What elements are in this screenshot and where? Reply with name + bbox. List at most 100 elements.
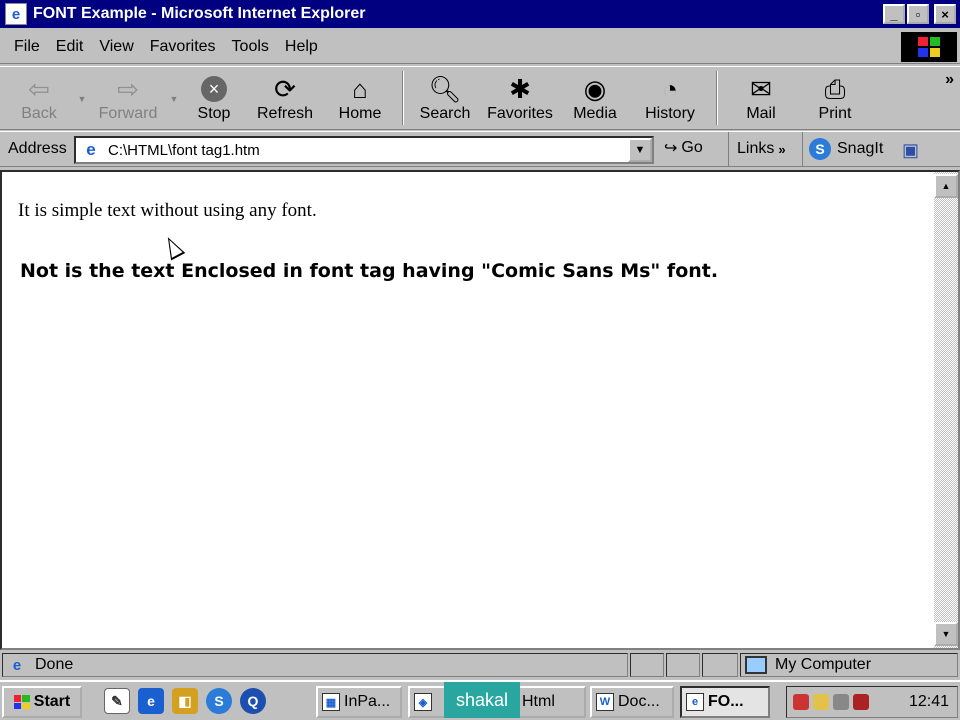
toolbar-more-chevron-icon[interactable]: » <box>945 71 954 89</box>
refresh-icon: ⟳ <box>274 74 296 104</box>
favorites-folder-icon: ✱ <box>509 74 531 104</box>
comic-sans-text-line: Not is the text Enclosed in font tag hav… <box>20 260 719 282</box>
ie-page-icon: e <box>12 656 22 674</box>
stop-button[interactable]: × Stop <box>182 67 246 129</box>
home-icon: ⌂ <box>352 74 368 104</box>
links-label: Links <box>737 140 775 157</box>
media-button[interactable]: ◉ Media <box>560 67 630 129</box>
internet-explorer-icon[interactable]: e <box>138 688 164 714</box>
page-body: It is simple text without using any font… <box>18 200 918 282</box>
back-dropdown-icon[interactable]: ▼ <box>74 67 90 129</box>
mail-icon: ✉ <box>750 74 772 104</box>
address-url[interactable]: C:\HTML\font tag1.htm <box>108 142 260 159</box>
task-font-example[interactable]: e FO... <box>680 686 770 718</box>
task-word-document[interactable]: W Doc... <box>590 686 674 718</box>
browser-viewport: It is simple text without using any font… <box>0 170 960 650</box>
app-icon: ▦ <box>322 693 340 711</box>
watermark-label: shakal <box>444 682 520 718</box>
favorites-button[interactable]: ✱ Favorites <box>480 67 560 129</box>
back-label: Back <box>21 105 57 122</box>
quick-launch: ✎ e ◧ S Q <box>104 688 266 714</box>
task-label: FO... <box>708 693 744 710</box>
title-bar: e FONT Example - Microsoft Internet Expl… <box>0 0 960 28</box>
search-icon[interactable]: Q <box>240 688 266 714</box>
address-input[interactable]: e C:\HTML\font tag1.htm ▼ <box>74 136 654 164</box>
menu-help[interactable]: Help <box>277 38 326 56</box>
word-icon: W <box>596 693 614 711</box>
links-button[interactable]: Links » <box>728 132 786 166</box>
start-button[interactable]: Start <box>2 686 82 718</box>
scroll-up-icon[interactable]: ▲ <box>934 174 958 198</box>
internet-explorer-icon: e <box>686 693 704 711</box>
go-label: Go <box>681 139 703 156</box>
standard-toolbar: ⇦ Back ▼ ⇨ Forward ▼ × Stop ⟳ Refresh ⌂ … <box>0 66 960 130</box>
printer-icon: ⎙ <box>824 74 846 104</box>
refresh-label: Refresh <box>256 105 314 122</box>
go-arrow-icon: ↪ <box>664 140 678 157</box>
address-dropdown-icon[interactable]: ▼ <box>628 138 652 162</box>
close-button[interactable]: × <box>934 4 956 24</box>
mouse-pointer-icon <box>160 233 186 261</box>
history-button[interactable]: ◔ History <box>630 67 710 129</box>
notepad-icon[interactable]: ✎ <box>104 688 130 714</box>
search-label: Search <box>419 105 471 122</box>
snagit-icon: S <box>809 138 831 160</box>
status-cell <box>666 653 700 677</box>
app-icon: ◈ <box>414 693 432 711</box>
mail-button[interactable]: ✉ Mail <box>724 67 798 129</box>
zone-label: My Computer <box>775 656 872 673</box>
menu-favorites[interactable]: Favorites <box>142 38 224 56</box>
scroll-down-icon[interactable]: ▼ <box>934 622 958 646</box>
snagit-icon[interactable]: S <box>206 688 232 714</box>
menu-edit[interactable]: Edit <box>48 38 92 56</box>
status-text: Done <box>35 656 74 673</box>
menu-file[interactable]: File <box>6 38 48 56</box>
media-icon: ◉ <box>583 74 607 104</box>
history-label: History <box>645 105 695 122</box>
forward-arrow-icon: ⇨ <box>117 74 139 104</box>
vertical-scrollbar[interactable]: ▲ ▼ <box>934 172 958 648</box>
stop-label: Stop <box>197 105 231 122</box>
address-label: Address <box>8 140 67 157</box>
snagit-capture-icon[interactable]: ▣ <box>902 140 919 161</box>
print-button[interactable]: ⎙ Print <box>798 67 872 129</box>
menu-tools[interactable]: Tools <box>224 38 277 56</box>
back-arrow-icon: ⇦ <box>28 74 50 104</box>
forward-dropdown-icon[interactable]: ▼ <box>166 67 182 129</box>
search-button[interactable]: 🔍︎ Search <box>410 67 480 129</box>
menu-bar: File Edit View Favorites Tools Help <box>0 30 960 64</box>
mail-label: Mail <box>746 105 776 122</box>
links-chevron-icon[interactable]: » <box>778 142 785 157</box>
snagit-label: SnagIt <box>837 140 884 157</box>
home-label: Home <box>338 105 382 122</box>
media-label: Media <box>573 105 617 122</box>
restore-button[interactable]: ▫ <box>907 4 929 24</box>
folders-icon[interactable]: ◧ <box>172 688 198 714</box>
task-html[interactable]: Html <box>516 686 586 718</box>
minimize-button[interactable]: _ <box>883 4 905 24</box>
task-label: Html <box>522 693 555 710</box>
window-title: FONT Example - Microsoft Internet Explor… <box>33 5 366 22</box>
start-label: Start <box>33 693 71 710</box>
back-button[interactable]: ⇦ Back <box>4 67 74 129</box>
task-label: InPa... <box>344 693 391 710</box>
volume-icon[interactable] <box>833 694 849 710</box>
forward-button[interactable]: ⇨ Forward <box>90 67 166 129</box>
record-icon[interactable] <box>853 694 869 710</box>
refresh-button[interactable]: ⟳ Refresh <box>246 67 324 129</box>
home-button[interactable]: ⌂ Home <box>324 67 396 129</box>
task-label: Doc... <box>618 693 660 710</box>
favorites-label: Favorites <box>487 105 553 122</box>
go-button[interactable]: ↪ Go <box>664 138 703 158</box>
tray-icon[interactable] <box>793 694 809 710</box>
status-bar: e Done My Computer <box>0 652 960 678</box>
my-computer-icon <box>745 656 767 674</box>
task-inpaint[interactable]: ▦ InPa... <box>316 686 402 718</box>
windows-logo-icon <box>13 695 30 709</box>
network-icon[interactable] <box>813 694 829 710</box>
security-zone: My Computer <box>740 653 958 677</box>
search-icon: 🔍︎ <box>428 74 462 104</box>
toolbar-separator <box>716 71 718 125</box>
menu-view[interactable]: View <box>91 38 141 56</box>
snagit-button[interactable]: S SnagIt <box>802 132 883 166</box>
